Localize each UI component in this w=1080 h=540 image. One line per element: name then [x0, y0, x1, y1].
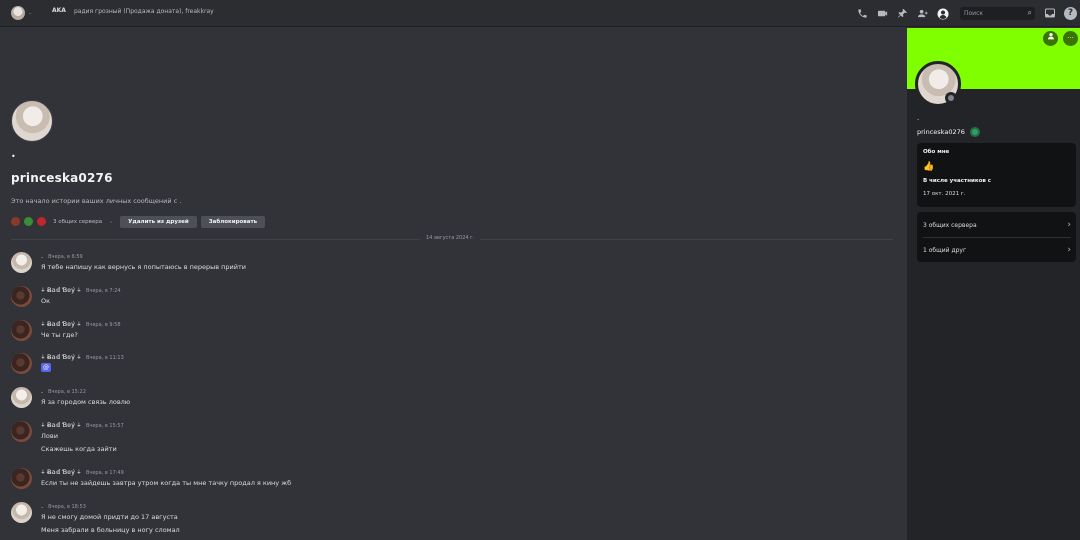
message-author[interactable]: ⍭ Ƀ𝕒𝕕 Ɓ𝕠ý ⍭: [41, 353, 81, 362]
message-text: Я не смогу домой придти до 17 августа: [41, 513, 178, 521]
header-toolbar: [856, 7, 949, 20]
separator-dot: [110, 220, 113, 223]
message-area: • princeska0276 Это начало истории ваших…: [0, 28, 905, 540]
search-icon: ⌕: [1027, 8, 1032, 17]
profile-username[interactable]: princeska0276: [917, 128, 965, 136]
mutual-servers-link[interactable]: 3 общих сервера: [53, 219, 102, 225]
add-friend-icon[interactable]: [916, 7, 929, 20]
badge-icon[interactable]: [969, 127, 980, 137]
profile-display-name: .: [917, 114, 920, 122]
channel-header: . AKA радия грозный (Продажа доната), fr…: [0, 0, 1080, 27]
message-text: Ок: [41, 297, 51, 305]
search-placeholder: Поиск: [964, 10, 984, 17]
message-author[interactable]: ⍭ Ƀ𝕒𝕕 Ɓ𝕠ý ⍭: [41, 421, 81, 430]
avatar[interactable]: [11, 502, 32, 523]
search-input[interactable]: Поиск ⌕: [960, 7, 1035, 20]
server-icon[interactable]: [11, 217, 20, 226]
mutual-servers-item[interactable]: 3 общих сервера ›: [923, 213, 1071, 237]
message-author[interactable]: .: [41, 252, 43, 260]
server-icon[interactable]: [37, 217, 46, 226]
avatar[interactable]: [11, 252, 32, 273]
avatar[interactable]: [11, 286, 32, 307]
message-text: Скажешь когда зайти: [41, 445, 117, 453]
block-button[interactable]: Заблокировать: [200, 215, 266, 228]
more-options-icon[interactable]: ···: [1063, 31, 1078, 46]
video-icon[interactable]: [876, 7, 889, 20]
message-text: Если ты не зайдешь завтра утром когда ты…: [41, 479, 292, 487]
message-timestamp: Вчера, в 17:49: [85, 470, 124, 476]
avatar[interactable]: [11, 353, 32, 374]
server-icon[interactable]: [24, 217, 33, 226]
intro-username: princeska0276: [11, 171, 113, 185]
avatar[interactable]: [11, 320, 32, 341]
message-text: Че ты где?: [41, 331, 78, 339]
mutual-friends-label: 1 общий друг: [923, 246, 967, 254]
profile-icon[interactable]: [936, 7, 949, 20]
phone-icon[interactable]: [856, 7, 869, 20]
aka-label: AKA: [52, 7, 66, 14]
message-author[interactable]: ⍭ Ƀ𝕒𝕕 Ɓ𝕠ý ⍭: [41, 320, 81, 329]
message-text: Лови: [41, 432, 58, 440]
message-timestamp: Вчера, в 11:13: [85, 355, 124, 361]
help-icon[interactable]: ?: [1064, 7, 1077, 20]
member-since-label: В числе участников с: [923, 178, 992, 184]
message-timestamp: Вчера, в 9:58: [85, 322, 121, 328]
pin-icon[interactable]: [896, 7, 909, 20]
message-text: Меня забрали в больницу в ногу сломал: [41, 526, 180, 534]
message-timestamp: Вчера, в 6:59: [48, 254, 83, 260]
dm-avatar[interactable]: [11, 6, 25, 20]
message-timestamp: Вчера, в 15:57: [85, 423, 124, 429]
message-timestamp: Вчера, в 15:22: [48, 389, 86, 395]
avatar[interactable]: [11, 421, 32, 442]
remove-friend-button[interactable]: Удалить из друзей: [120, 215, 197, 228]
intro-display-name: •: [11, 152, 16, 161]
intro-actions: 3 общих сервера Удалить из друзей Заблок…: [11, 215, 266, 228]
intro-description: Это начало истории ваших личных сообщени…: [11, 197, 182, 205]
user-profile-panel: ··· . princeska0276 Обо мне 👍 В числе уч…: [907, 28, 1080, 540]
mention-badge[interactable]: @: [41, 363, 51, 372]
chevron-right-icon: ›: [1067, 220, 1071, 230]
add-friend-button[interactable]: [1043, 31, 1058, 46]
date-divider-label: 14 августа 2024 г.: [420, 235, 481, 241]
message-author[interactable]: .: [41, 502, 43, 510]
status-indicator: [945, 92, 957, 104]
intro-avatar[interactable]: [11, 100, 53, 142]
avatar[interactable]: [11, 468, 32, 489]
about-card: Обо мне 👍 В числе участников с 17 окт. 2…: [917, 143, 1076, 207]
message-text: Я за городом связь ловлю: [41, 398, 131, 406]
member-since-date: 17 окт. 2021 г.: [923, 191, 966, 197]
profile-username-row: princeska0276: [917, 127, 980, 137]
about-label: Обо мне: [923, 149, 950, 155]
mutual-servers-label: 3 общих сервера: [923, 221, 977, 229]
chevron-right-icon: ›: [1067, 245, 1071, 255]
message-author[interactable]: ⍭ Ƀ𝕒𝕕 Ɓ𝕠ý ⍭: [41, 468, 81, 477]
aka-aliases: радия грозный (Продажа доната), freakkra…: [74, 8, 214, 15]
message-text: @: [41, 363, 51, 372]
dm-display-name[interactable]: .: [29, 8, 31, 16]
message-author[interactable]: ⍭ Ƀ𝕒𝕕 Ɓ𝕠ý ⍭: [41, 286, 81, 295]
message-author[interactable]: .: [41, 387, 43, 395]
message-timestamp: Вчера, в 18:53: [48, 504, 86, 510]
message-text: Я тебе напишу как вернусь я попытаюсь в …: [41, 263, 246, 271]
mutual-friends-item[interactable]: 1 общий друг ›: [923, 238, 1071, 262]
inbox-icon[interactable]: [1043, 7, 1056, 20]
avatar[interactable]: [11, 387, 32, 408]
mutual-card: 3 общих сервера › 1 общий друг ›: [917, 212, 1076, 262]
thumbs-up-emoji: 👍: [923, 162, 935, 172]
message-timestamp: Вчера, в 7:24: [85, 288, 121, 294]
